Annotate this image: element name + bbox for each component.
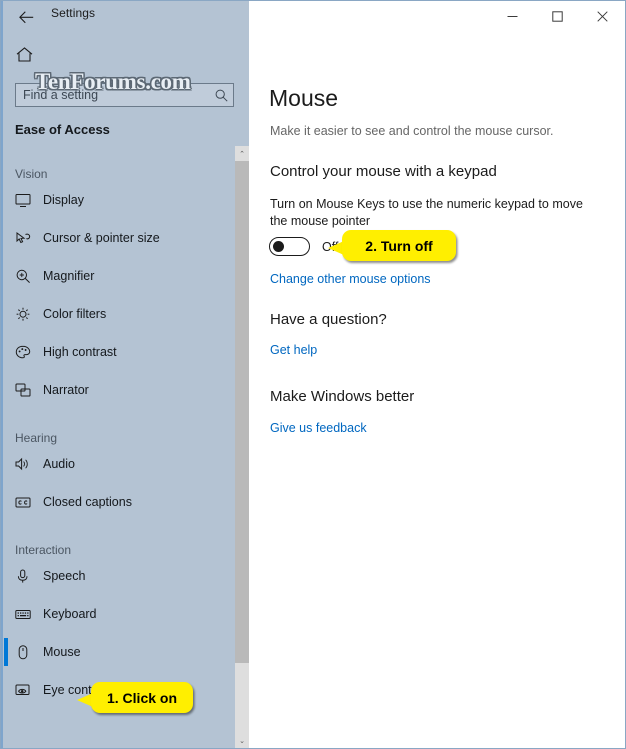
closed-caption-icon (15, 492, 43, 512)
back-arrow-icon (18, 10, 34, 24)
get-help-link[interactable]: Get help (270, 343, 317, 357)
sidebar-item-color-filters[interactable]: Color filters (1, 295, 235, 333)
sidebar-item-label: Display (43, 193, 84, 207)
section-description-keypad: Turn on Mouse Keys to use the numeric ke… (270, 197, 583, 228)
page-subtitle: Make it easier to see and control the mo… (270, 124, 554, 138)
sidebar-item-magnifier[interactable]: Magnifier (1, 257, 235, 295)
cursor-pointer-icon (15, 228, 43, 248)
mouse-keys-toggle[interactable] (269, 237, 310, 256)
sidebar-item-label: Audio (43, 457, 75, 471)
back-button[interactable] (9, 4, 43, 30)
scrollbar-up-arrow[interactable]: ⌃ (235, 146, 249, 161)
sidebar-item-display[interactable]: Display (1, 181, 235, 219)
sidebar-item-audio[interactable]: Audio (1, 445, 235, 483)
sidebar-item-speech[interactable]: Speech (1, 557, 235, 595)
sidebar-item-label: Speech (43, 569, 86, 583)
section-heading-question: Have a question? (270, 311, 387, 328)
keyboard-icon (15, 604, 43, 624)
close-button[interactable] (580, 2, 625, 33)
scrollbar-down-arrow[interactable]: ⌄ (235, 733, 249, 748)
eye-control-icon (15, 680, 43, 700)
nav-group-label-hearing: Hearing (15, 431, 58, 445)
sidebar-item-cursor-pointer-size[interactable]: Cursor & pointer size (1, 219, 235, 257)
callout-turn-off: 2. Turn off (342, 230, 456, 261)
give-us-feedback-link[interactable]: Give us feedback (270, 421, 367, 435)
callout-click-on: 1. Click on (91, 682, 193, 713)
sidebar-item-narrator[interactable]: Narrator (1, 371, 235, 409)
narrator-icon (15, 380, 43, 400)
sidebar-nav-list: Vision Display Cursor & pointer size Mag… (1, 146, 235, 748)
monitor-icon (15, 190, 43, 210)
sidebar-item-high-contrast[interactable]: High contrast (1, 333, 235, 371)
maximize-icon (552, 9, 563, 27)
palette-icon (15, 342, 43, 362)
minimize-icon (507, 9, 518, 27)
section-heading-keypad: Control your mouse with a keypad (270, 163, 497, 180)
sidebar-item-label: High contrast (43, 345, 117, 359)
search-icon[interactable] (209, 84, 233, 106)
sidebar-item-mouse[interactable]: Mouse (1, 633, 235, 671)
sidebar-item-label: Keyboard (43, 607, 97, 621)
scrollbar-thumb[interactable] (235, 161, 249, 663)
sidebar-item-label: Magnifier (43, 269, 95, 283)
sidebar-item-keyboard[interactable]: Keyboard (1, 595, 235, 633)
settings-window-title: Settings (51, 6, 96, 20)
sidebar-item-label: Closed captions (43, 495, 132, 509)
window-titlebar (250, 2, 625, 33)
sidebar-category-title: Ease of Access (15, 122, 110, 137)
sidebar-item-label: Cursor & pointer size (43, 231, 160, 245)
microphone-icon (15, 566, 43, 586)
nav-group-label-interaction: Interaction (15, 543, 72, 557)
section-heading-feedback: Make Windows better (270, 388, 415, 405)
sidebar: Settings TenForums.com Ease of Access (1, 1, 249, 748)
mouse-icon (15, 642, 43, 662)
search-box[interactable] (15, 83, 234, 107)
close-icon (597, 9, 608, 27)
magnifier-icon (15, 266, 43, 286)
speaker-icon (15, 454, 43, 474)
maximize-button[interactable] (535, 2, 580, 33)
home-button[interactable] (12, 45, 36, 69)
main-content: Mouse Make it easier to see and control … (250, 33, 625, 748)
sidebar-item-label: Narrator (43, 383, 89, 397)
settings-window: Settings TenForums.com Ease of Access (0, 0, 626, 749)
nav-group-label-vision: Vision (15, 167, 48, 181)
page-title: Mouse (269, 85, 339, 111)
sidebar-scrollbar[interactable]: ⌃ ⌄ (235, 146, 249, 748)
sidebar-item-closed-captions[interactable]: Closed captions (1, 483, 235, 521)
search-input[interactable] (16, 84, 209, 106)
minimize-button[interactable] (490, 2, 535, 33)
toggle-knob (273, 241, 284, 252)
home-icon (16, 47, 33, 67)
change-other-mouse-options-link[interactable]: Change other mouse options (270, 272, 431, 286)
sidebar-item-label: Color filters (43, 307, 107, 321)
brightness-icon (15, 304, 43, 324)
sidebar-item-label: Mouse (43, 645, 81, 659)
